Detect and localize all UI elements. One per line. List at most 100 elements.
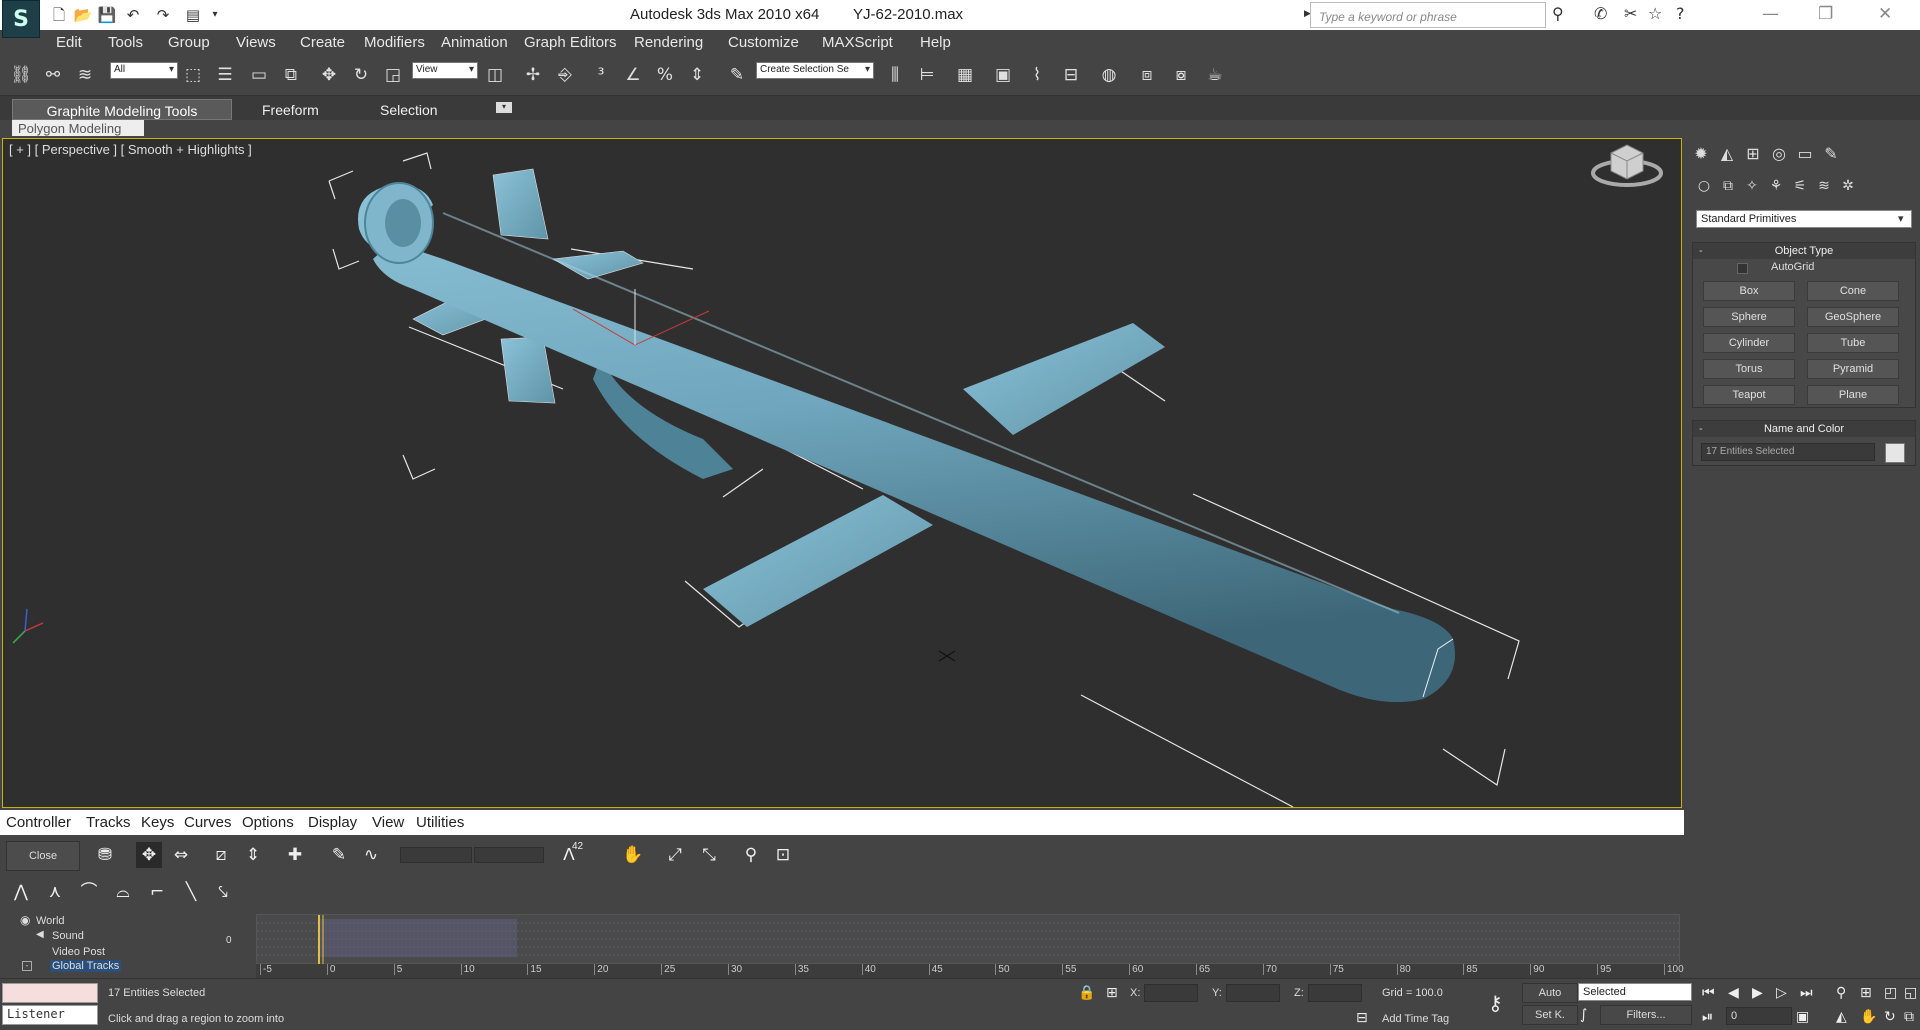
edit-named-selection-icon[interactable]: ✎ xyxy=(724,62,750,88)
restore-icon[interactable]: ❐ xyxy=(1818,4,1833,24)
app-logo-icon[interactable]: S xyxy=(2,0,40,38)
pan-view-icon[interactable]: ✋ xyxy=(1860,1009,1877,1025)
add-time-tag[interactable]: Add Time Tag xyxy=(1382,1013,1449,1025)
selection-filter-select[interactable]: All xyxy=(110,62,178,79)
listener-input[interactable]: Listener xyxy=(2,1005,98,1025)
shapes-icon[interactable]: ⧉ xyxy=(1718,178,1738,198)
render-teapot-icon[interactable]: ☕ xyxy=(1202,62,1228,88)
play-icon[interactable]: ▶ xyxy=(1752,985,1763,1001)
viewcube-icon[interactable] xyxy=(1591,144,1663,187)
binoculars-icon[interactable]: ⚲ xyxy=(1552,4,1564,23)
y-coord-field[interactable] xyxy=(1226,984,1280,1002)
previous-frame-icon[interactable]: ◀ xyxy=(1728,985,1739,1001)
field-of-view-icon[interactable]: ◭ xyxy=(1836,1009,1847,1025)
menu-modifiers[interactable]: Modifiers xyxy=(364,34,425,51)
tab-freeform[interactable]: Freeform xyxy=(252,99,329,120)
torus-button[interactable]: Torus xyxy=(1703,359,1795,379)
search-input[interactable]: Type a keyword or phrase xyxy=(1310,2,1546,28)
tangent-smooth-icon[interactable]: ⤥ xyxy=(210,879,236,905)
project-folder-icon[interactable]: ▤ xyxy=(182,4,204,26)
subscription-icon[interactable]: ✂ xyxy=(1624,4,1637,23)
align-icon[interactable]: ⊨ xyxy=(914,62,940,88)
key-time-field[interactable] xyxy=(474,847,544,863)
snaps-toggle-icon[interactable]: ³ xyxy=(588,62,614,88)
pivot-center-icon[interactable]: ◫ xyxy=(482,62,508,88)
render-setup-icon[interactable]: ⧈ xyxy=(1134,62,1160,88)
zoom-value-extents-icon[interactable]: ⤡ xyxy=(696,842,722,868)
zoom-icon[interactable]: ⚲ xyxy=(738,842,764,868)
slide-keys-icon[interactable]: ⇔ xyxy=(168,842,194,868)
motion-tab-icon[interactable]: ◎ xyxy=(1768,144,1790,166)
layer-manager-icon[interactable]: ▦ xyxy=(952,62,978,88)
key-mode-select[interactable]: Selected xyxy=(1578,983,1692,1001)
save-icon[interactable]: 💾 xyxy=(96,4,118,26)
filters-icon[interactable]: ⛃ xyxy=(92,842,118,868)
move-icon[interactable]: ✥ xyxy=(316,62,342,88)
menu-help[interactable]: Help xyxy=(920,34,951,51)
menu-create[interactable]: Create xyxy=(300,34,345,51)
percent-snap-icon[interactable]: % xyxy=(652,62,678,88)
hierarchy-tab-icon[interactable]: ⊞ xyxy=(1742,144,1764,166)
minimize-icon[interactable]: — xyxy=(1762,4,1779,24)
primitive-category-select[interactable]: Standard Primitives xyxy=(1696,210,1912,228)
zoom-icon[interactable]: ⚲ xyxy=(1836,985,1846,1001)
object-name-input[interactable]: 17 Entities Selected xyxy=(1701,443,1875,461)
space-warps-icon[interactable]: ≋ xyxy=(1814,178,1834,198)
object-color-swatch[interactable] xyxy=(1885,443,1905,463)
geometry-icon[interactable]: ○ xyxy=(1694,178,1714,198)
next-frame-icon[interactable]: ▷ xyxy=(1776,985,1787,1001)
menu-utilities[interactable]: Utilities xyxy=(416,814,464,831)
new-file-icon[interactable]: 🗋 xyxy=(48,4,70,26)
current-frame-field[interactable]: 0 xyxy=(1726,1007,1792,1025)
geosphere-button[interactable]: GeoSphere xyxy=(1807,307,1899,327)
menu-options[interactable]: Options xyxy=(242,814,294,831)
z-coord-field[interactable] xyxy=(1308,984,1362,1002)
undo-icon[interactable]: ↶ xyxy=(122,4,144,26)
menu-views[interactable]: Views xyxy=(236,34,276,51)
maximize-viewport-icon[interactable]: ⧉ xyxy=(1904,1009,1914,1025)
scale-icon[interactable]: ◲ xyxy=(380,62,406,88)
cone-button[interactable]: Cone xyxy=(1807,281,1899,301)
tab-selection[interactable]: Selection xyxy=(370,99,448,120)
goto-end-icon[interactable]: ⏭ xyxy=(1800,985,1813,1001)
display-tab-icon[interactable]: ▭ xyxy=(1794,144,1816,166)
name-color-header[interactable]: Name and Color xyxy=(1693,421,1915,437)
set-key-icon[interactable]: ⚷ xyxy=(1488,991,1503,1015)
window-crossing-icon[interactable]: ⧉ xyxy=(278,62,304,88)
tangent-linear-icon[interactable]: ╲ xyxy=(178,879,204,905)
dope-sheet-area[interactable] xyxy=(256,914,1681,965)
utilities-tab-icon[interactable]: ✎ xyxy=(1820,144,1842,166)
orbit-icon[interactable]: ↻ xyxy=(1884,1009,1896,1025)
draw-curves-icon[interactable]: ✎ xyxy=(326,842,352,868)
select-by-name-icon[interactable]: ☰ xyxy=(212,62,238,88)
rect-selection-icon[interactable]: ▭ xyxy=(246,62,272,88)
close-button[interactable]: Close xyxy=(6,841,80,871)
scale-values-icon[interactable]: ⇕ xyxy=(240,842,266,868)
favorites-star-icon[interactable]: ☆ xyxy=(1648,4,1662,23)
reference-coord-select[interactable]: View xyxy=(412,62,478,79)
teapot-button[interactable]: Teapot xyxy=(1703,385,1795,405)
tangent-fast-icon[interactable]: ⌒ xyxy=(76,879,102,905)
pyramid-button[interactable]: Pyramid xyxy=(1807,359,1899,379)
curve-editor-icon[interactable]: ⌇ xyxy=(1024,62,1050,88)
sphere-button[interactable]: Sphere xyxy=(1703,307,1795,327)
tree-item-global-tracks[interactable]: Global Tracks xyxy=(50,960,122,972)
maxscript-mini-listener[interactable] xyxy=(2,983,98,1003)
help-icon[interactable]: ? xyxy=(1676,4,1685,23)
plane-button[interactable]: Plane xyxy=(1807,385,1899,405)
zoom-all-icon[interactable]: ⊞ xyxy=(1860,985,1872,1001)
ribbon-minimize-icon[interactable]: ▾ xyxy=(496,102,512,113)
auto-key-button[interactable]: Auto xyxy=(1522,983,1578,1003)
time-config-icon[interactable]: ▣ xyxy=(1796,1009,1809,1025)
menu-group[interactable]: Group xyxy=(168,34,210,51)
x-coord-field[interactable] xyxy=(1144,984,1198,1002)
chevron-down-icon[interactable]: ▾ xyxy=(1898,212,1904,225)
mirror-icon[interactable]: ⫼ xyxy=(882,62,908,88)
open-file-icon[interactable]: 📂 xyxy=(72,4,94,26)
zoom-horizontal-extents-icon[interactable]: ⤢ xyxy=(662,842,688,868)
unlink-icon[interactable]: ⚯ xyxy=(40,62,66,88)
object-type-header[interactable]: Object Type xyxy=(1693,243,1915,259)
menu-controller[interactable]: Controller xyxy=(6,814,71,831)
menu-edit[interactable]: Edit xyxy=(56,34,82,51)
tangent-custom-icon[interactable]: ⋏ xyxy=(42,879,68,905)
